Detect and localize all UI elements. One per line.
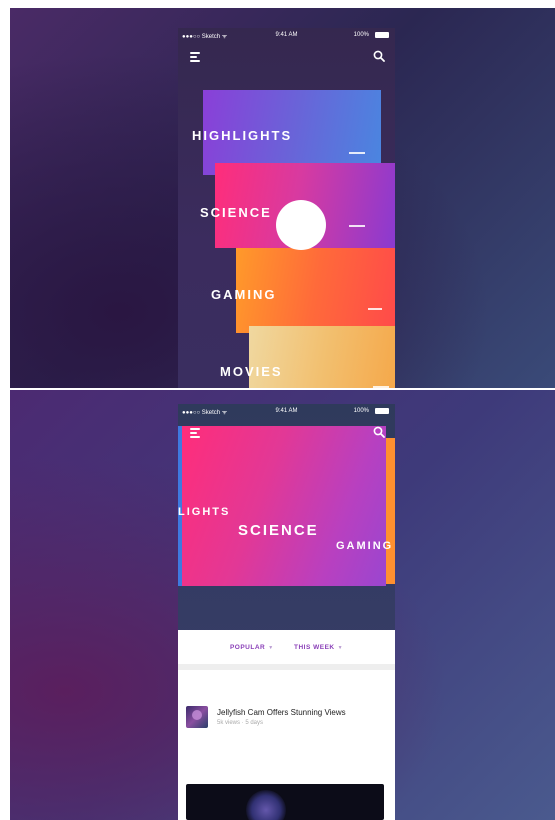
category-detail-screen: ●●●○○ Sketch ᯤ 9:41 AM 100% LIGHTS SCIEN… [10,390,555,820]
category-label-gaming: GAMING [211,287,277,302]
previous-category-label: LIGHTS [178,506,231,518]
next-category-peek[interactable] [386,438,395,584]
battery-percent: 100% [353,32,369,38]
selected-category-label: SCIENCE [238,522,319,539]
list-item[interactable]: Jellyfish Cam Offers Stunning Views 5k v… [186,706,386,732]
content-panel: POPULAR ▼ THIS WEEK ▼ Jellyfish Cam Offers… [178,630,395,820]
category-label-highlights: HIGHLIGHTS [192,128,293,143]
item-title: Jellyfish Cam Offers Stunning Views [217,708,346,717]
category-label-science: SCIENCE [200,205,272,220]
battery-percent: 100% [353,408,369,414]
item-meta: 5k views · 5 days [217,720,264,726]
hamburger-menu-icon[interactable] [190,428,200,438]
phone-screen: ●●●○○ Sketch ᯤ 9:41 AM 100% HIGHLIGHTS S… [178,28,395,388]
card-stripe [368,308,382,310]
filter-label: POPULAR [229,644,266,651]
card-stripe [349,152,365,154]
battery-icon [375,32,389,38]
filter-popular[interactable]: POPULAR ▼ [230,644,274,651]
filter-label: THIS WEEK [293,644,335,651]
chevron-down-icon: ▼ [337,645,344,651]
next-category-label: GAMING [336,540,394,552]
filter-bar: POPULAR ▼ THIS WEEK ▼ [178,644,395,658]
status-bar: ●●●○○ Sketch ᯤ 9:41 AM 100% [178,404,395,418]
category-label-movies: MOVIES [220,364,283,379]
category-list-screen: ●●●○○ Sketch ᯤ 9:41 AM 100% HIGHLIGHTS S… [10,8,555,388]
hamburger-menu-icon[interactable] [190,52,200,62]
status-bar: ●●●○○ Sketch ᯤ 9:41 AM 100% [178,28,395,42]
video-preview[interactable] [186,784,384,820]
chevron-down-icon: ▼ [268,645,274,651]
filter-this-week[interactable]: THIS WEEK ▼ [294,644,343,651]
search-icon[interactable] [373,425,385,438]
phone-screen: ●●●○○ Sketch ᯤ 9:41 AM 100% LIGHTS SCIEN… [178,404,395,820]
divider [178,664,395,670]
touch-indicator [276,200,326,250]
card-stripe [349,225,365,227]
jellyfish-image [246,790,286,820]
thumbnail-image [186,706,208,728]
search-icon[interactable] [373,49,385,62]
card-stripe [373,386,389,388]
battery-icon [375,408,389,414]
